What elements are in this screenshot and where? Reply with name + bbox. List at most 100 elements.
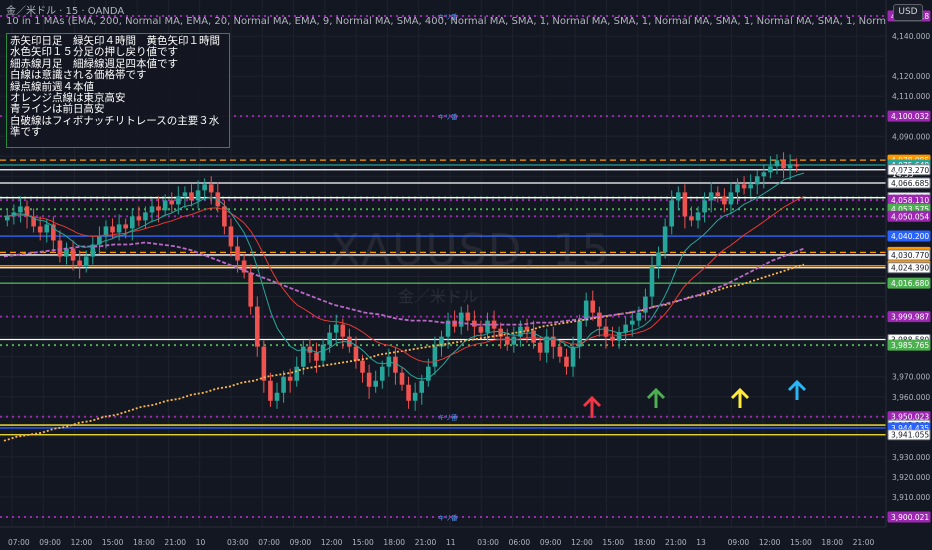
candle-body — [478, 326, 484, 333]
candle-body — [379, 366, 385, 381]
price-label-text: 3,941.055 — [891, 431, 929, 440]
price-axis — [886, 0, 932, 550]
candle-body — [406, 384, 411, 401]
candle-body — [70, 248, 76, 261]
candle-body — [44, 224, 50, 233]
candle-body — [412, 392, 418, 401]
time-tick-label: 15:00 — [352, 538, 374, 547]
candle-body — [294, 366, 300, 381]
indicator-legend[interactable]: 10 in 1 MAs (EMA, 200, Normal MA, EMA, 2… — [6, 16, 886, 27]
candle-body — [189, 192, 194, 201]
candle-body — [314, 352, 319, 361]
candle-body — [610, 336, 615, 341]
candle-body — [254, 306, 260, 347]
candle-body — [728, 192, 734, 205]
time-tick-label: 12:00 — [759, 538, 781, 547]
candle-body — [123, 224, 129, 229]
candle-body — [702, 200, 707, 213]
candle-body — [485, 320, 490, 333]
time-tick-label: 13 — [696, 538, 706, 547]
candle-body — [248, 272, 253, 307]
candle-body — [761, 172, 767, 177]
time-tick-label: 15:00 — [790, 538, 812, 547]
candle-body — [353, 346, 359, 361]
candle-body — [228, 226, 234, 247]
note-line: 白線は意識される価格帯です — [10, 69, 147, 82]
price-tick-label: 4,110.000 — [892, 92, 930, 101]
watermark-symbol: XAUUSD, 15 — [330, 225, 611, 276]
candle-body — [129, 216, 135, 229]
candle-body — [458, 312, 464, 327]
candle-body — [281, 376, 286, 393]
time-tick-label: 11 — [446, 538, 456, 547]
candle-body — [18, 206, 23, 213]
time-tick-label: 18:00 — [821, 538, 843, 547]
candle-body — [386, 356, 392, 367]
candle-body — [531, 330, 536, 343]
price-tick-label: 3,960.000 — [892, 393, 930, 402]
candle-body — [774, 160, 780, 167]
time-tick-label: 03:00 — [477, 538, 499, 547]
time-tick-label: 12:00 — [71, 538, 93, 547]
price-label-text: 4,024.390 — [891, 264, 929, 273]
candle-body — [333, 324, 339, 333]
candle-body — [182, 192, 188, 197]
candle-body — [662, 226, 668, 253]
level-tag-label: キリ番 — [438, 414, 458, 422]
candle-body — [537, 342, 543, 353]
time-tick-label: 21:00 — [164, 538, 186, 547]
candle-body — [695, 212, 701, 221]
candle-body — [675, 192, 681, 201]
candle-body — [4, 216, 10, 221]
price-label-text: 4,050.054 — [891, 212, 929, 221]
price-label-text: 3,985.765 — [891, 341, 929, 350]
candle-body — [136, 216, 142, 221]
candle-body — [261, 346, 267, 381]
candle-body — [110, 226, 115, 233]
candle-body — [327, 332, 332, 345]
price-tick-label: 4,090.000 — [892, 132, 930, 141]
candle-body — [176, 196, 181, 205]
candle-body — [656, 252, 661, 267]
candle-body — [202, 184, 207, 191]
candle-body — [787, 164, 793, 169]
candle-body — [570, 346, 576, 367]
time-tick-label: 03:00 — [227, 538, 249, 547]
candle-body — [722, 196, 727, 205]
candle-body — [37, 226, 43, 233]
candle-body — [715, 192, 721, 197]
chart-symbol-title[interactable]: 金／米ドル · 15 · OANDA — [6, 2, 124, 17]
candle-body — [287, 376, 293, 381]
candle-body — [156, 206, 161, 211]
candle-body — [366, 372, 372, 387]
candle-body — [452, 320, 457, 327]
candle-body — [235, 246, 240, 261]
candle-body — [557, 346, 563, 357]
annotation-note[interactable]: 赤矢印日足 緑矢印４時間 黄色矢印１時間 水色矢印１５分足の押し戻り値です 細赤… — [6, 33, 230, 148]
level-tag-label: キリ番 — [438, 514, 458, 522]
price-tick-label: 3,970.000 — [892, 373, 930, 382]
countdown-label: 14:53 — [892, 170, 914, 179]
candle-body — [208, 184, 214, 193]
candle-body — [373, 380, 378, 387]
price-label-text: 4,016.680 — [891, 279, 929, 288]
candle-body — [432, 346, 438, 367]
candle-body — [597, 312, 602, 327]
candle-body — [195, 190, 201, 201]
price-label-text: 4,100.032 — [891, 112, 929, 121]
candle-body — [162, 200, 168, 211]
candle-body — [149, 206, 155, 213]
candle-body — [629, 320, 635, 325]
currency-button[interactable]: USD — [893, 4, 923, 21]
price-tick-label: 3,920.000 — [892, 473, 930, 482]
candle-body — [748, 184, 753, 189]
time-tick-label: 09:00 — [540, 538, 562, 547]
candle-body — [669, 200, 675, 227]
candle-body — [268, 380, 273, 401]
candle-body — [636, 312, 642, 321]
time-tick-label: 07:00 — [258, 538, 280, 547]
time-tick-label: 21:00 — [853, 538, 875, 547]
price-tick-label: 3,930.000 — [892, 453, 930, 462]
candle-body — [649, 266, 655, 297]
candle-body — [768, 166, 773, 173]
